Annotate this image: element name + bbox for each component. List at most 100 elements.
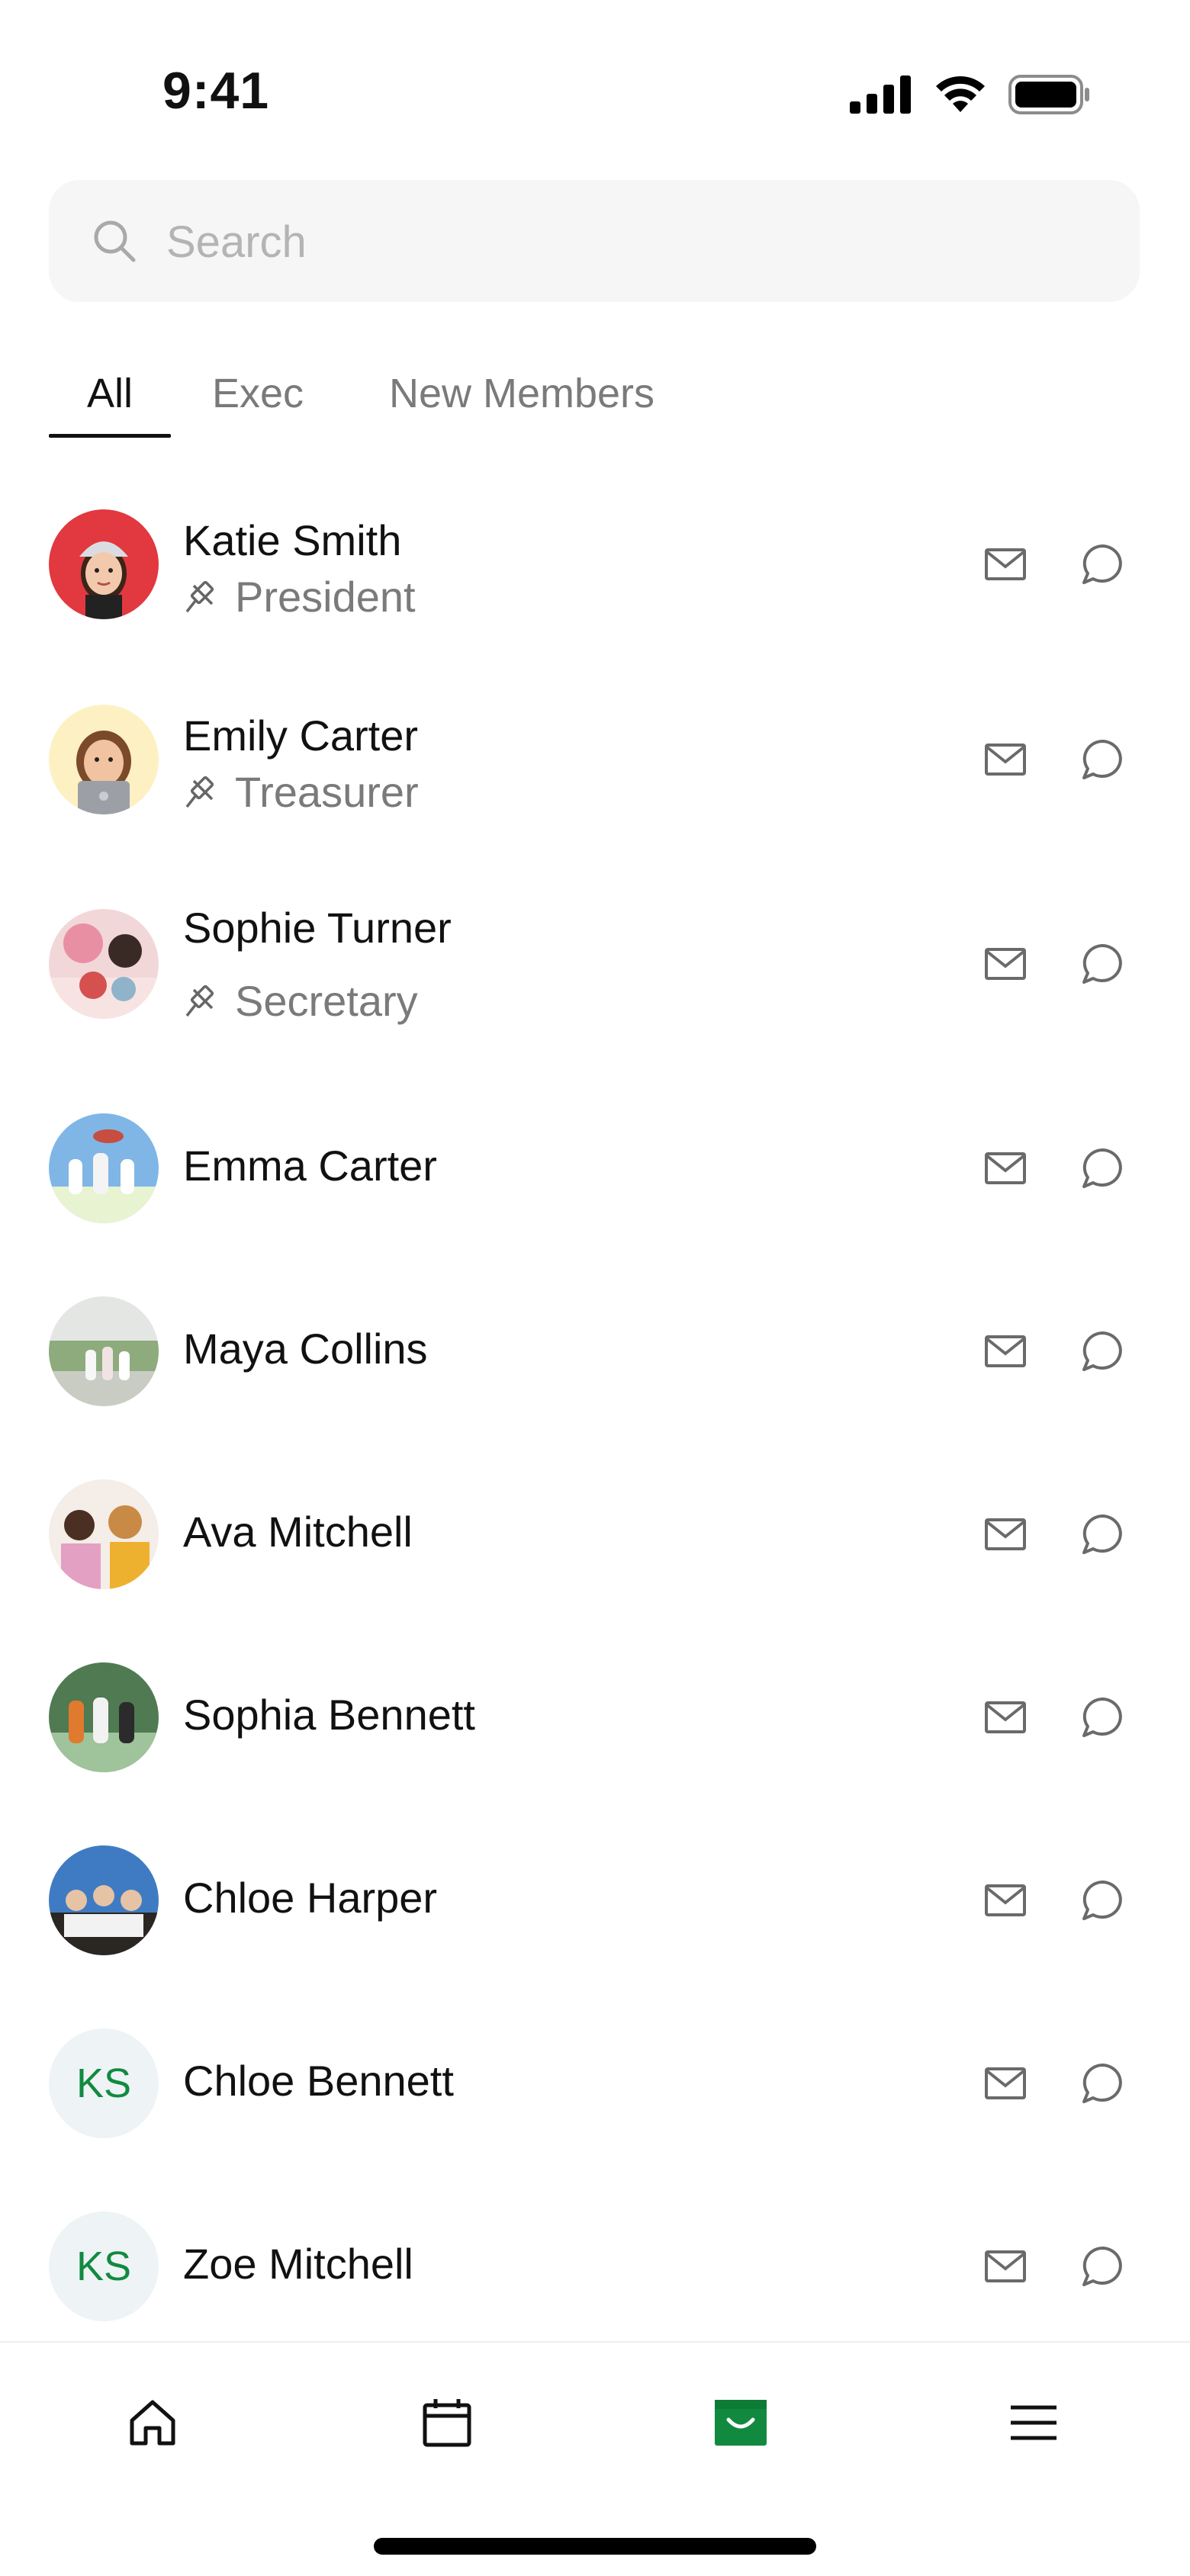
gavel-icon <box>185 984 214 1017</box>
role-label: Secretary <box>235 977 418 1025</box>
chat-bubble-icon <box>1082 1331 1122 1371</box>
wifi-icon <box>936 76 985 112</box>
member-name: Zoe Mitchell <box>183 2240 413 2288</box>
chat-button[interactable] <box>1076 1325 1129 1378</box>
nav-calendar[interactable] <box>413 2388 481 2457</box>
member-name: Ava Mitchell <box>183 1508 413 1556</box>
photo-avatar <box>49 1479 159 1589</box>
list-item[interactable]: Emily Carter Treasurer <box>0 668 1190 851</box>
avatar <box>49 909 159 1019</box>
member-name: Sophia Bennett <box>183 1691 475 1739</box>
avatar <box>49 1296 159 1406</box>
chat-bubble-icon <box>1082 944 1122 984</box>
list-item[interactable]: Katie Smith President <box>0 473 1190 656</box>
photo-avatar <box>49 1113 159 1223</box>
mail-button[interactable] <box>979 2240 1032 2293</box>
chat-button[interactable] <box>1076 2240 1129 2293</box>
chat-button[interactable] <box>1076 1508 1129 1561</box>
mail-icon <box>985 2067 1026 2099</box>
signal-icon <box>850 75 911 114</box>
mail-icon <box>985 1335 1026 1367</box>
chat-bubble-icon <box>1082 544 1122 584</box>
photo-avatar <box>49 1845 159 1955</box>
menu-icon <box>1011 2405 1057 2440</box>
list-item[interactable]: Emma Carter <box>0 1077 1190 1260</box>
role-label: Treasurer <box>235 768 419 816</box>
member-role: Treasurer <box>183 767 419 817</box>
list-item[interactable]: Sophia Bennett <box>0 1626 1190 1809</box>
list-item[interactable]: Chloe Harper <box>0 1809 1190 1992</box>
mail-icon <box>985 1884 1026 1916</box>
chat-button[interactable] <box>1076 2057 1129 2110</box>
memoji-avatar <box>49 509 159 619</box>
mail-button[interactable] <box>979 1325 1032 1378</box>
avatar-initials: KS <box>49 2028 159 2138</box>
chat-button[interactable] <box>1076 1874 1129 1927</box>
chat-bubble-icon <box>1082 1148 1122 1188</box>
nav-menu[interactable] <box>999 2388 1068 2457</box>
status-icons <box>850 75 1091 114</box>
avatar: KS <box>49 2211 159 2321</box>
mail-button[interactable] <box>979 1691 1032 1744</box>
avatar <box>49 1845 159 1955</box>
gavel-icon <box>185 776 214 808</box>
chat-bubble-icon <box>1082 2064 1122 2103</box>
bottom-nav <box>0 2341 1190 2576</box>
chat-bubble-icon <box>1082 1514 1122 1554</box>
photo-avatar <box>49 1296 159 1406</box>
mail-button[interactable] <box>979 1508 1032 1561</box>
mail-button[interactable] <box>979 538 1032 591</box>
mail-button[interactable] <box>979 1142 1032 1195</box>
list-item[interactable]: Maya Collins <box>0 1260 1190 1443</box>
gavel-icon <box>185 580 214 612</box>
avatar <box>49 1479 159 1589</box>
inbox-icon <box>715 2400 767 2446</box>
chat-button[interactable] <box>1076 1142 1129 1195</box>
avatar: KS <box>49 2028 159 2138</box>
chat-bubble-icon <box>1082 1881 1122 1920</box>
chat-button[interactable] <box>1076 937 1129 991</box>
nav-inbox[interactable] <box>706 2388 775 2457</box>
search-bar[interactable] <box>49 180 1140 304</box>
avatar <box>49 1113 159 1223</box>
mail-button[interactable] <box>979 937 1032 991</box>
filter-tabs: All Exec New Members <box>49 358 1140 438</box>
list-item[interactable]: Sophie Turner Secretary <box>0 863 1190 1065</box>
avatar <box>49 509 159 619</box>
list-item[interactable]: Ava Mitchell <box>0 1443 1190 1626</box>
member-name: Sophie Turner <box>183 904 452 952</box>
tab-new-members[interactable]: New Members <box>375 358 668 435</box>
avatar-initials: KS <box>49 2211 159 2321</box>
calendar-icon <box>423 2399 471 2447</box>
mail-icon <box>985 1701 1026 1733</box>
tab-exec[interactable]: Exec <box>201 358 314 435</box>
mail-button[interactable] <box>979 1874 1032 1927</box>
mail-icon <box>985 548 1026 580</box>
mail-button[interactable] <box>979 2057 1032 2110</box>
mail-icon <box>985 1518 1026 1550</box>
member-name: Chloe Harper <box>183 1874 438 1922</box>
status-bar: 9:41 <box>0 0 1190 153</box>
mail-icon <box>985 1152 1026 1184</box>
chat-button[interactable] <box>1076 538 1129 591</box>
memoji-avatar <box>49 705 159 814</box>
list-item[interactable]: KS Chloe Bennett <box>0 1992 1190 2175</box>
member-name: Katie Smith <box>183 516 402 564</box>
photo-avatar <box>49 909 159 1019</box>
member-role: President <box>183 572 416 622</box>
mail-button[interactable] <box>979 733 1032 786</box>
avatar <box>49 1662 159 1772</box>
search-input[interactable] <box>165 180 1083 304</box>
member-name: Maya Collins <box>183 1325 428 1373</box>
home-indicator[interactable] <box>374 2538 816 2555</box>
tab-all[interactable]: All <box>49 358 171 438</box>
mail-icon <box>985 948 1026 980</box>
chat-button[interactable] <box>1076 1691 1129 1744</box>
nav-home[interactable] <box>118 2388 187 2457</box>
list-item[interactable]: KS Zoe Mitchell <box>0 2175 1190 2358</box>
home-icon <box>130 2400 175 2446</box>
mail-icon <box>985 744 1026 776</box>
chat-button[interactable] <box>1076 733 1129 786</box>
member-role: Secretary <box>183 976 418 1026</box>
chat-bubble-icon <box>1082 1698 1122 1737</box>
